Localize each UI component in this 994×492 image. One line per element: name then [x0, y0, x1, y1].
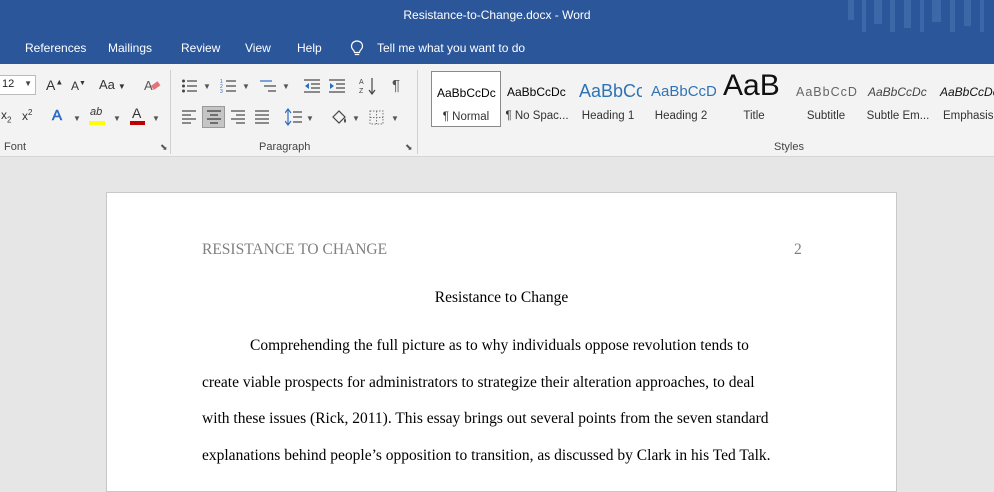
font-group-label: Font	[4, 141, 27, 153]
justify-icon[interactable]	[254, 110, 270, 124]
shading-icon[interactable]	[330, 108, 348, 126]
line-spacing-icon[interactable]	[285, 108, 303, 126]
svg-text:Z: Z	[359, 88, 364, 95]
document-title[interactable]: Resistance to Change	[107, 289, 896, 307]
highlight-button[interactable]: ab	[88, 106, 108, 128]
body-line[interactable]: explanations behind people’s opposition …	[202, 447, 771, 465]
style-normal[interactable]: AaBbCcDc ¶ Normal	[431, 71, 501, 127]
increase-indent-icon[interactable]	[328, 78, 346, 94]
font-dialog-launcher-icon[interactable]: ⬊	[160, 142, 168, 153]
styles-group-label: Styles	[774, 141, 804, 153]
tell-me-text: Tell me what you want to do	[377, 41, 526, 55]
tab-mailings[interactable]: Mailings	[108, 41, 152, 55]
group-divider	[417, 70, 418, 154]
style-emphasis[interactable]: AaBbCcDc Emphasis	[934, 71, 994, 127]
eraser-icon: A	[144, 78, 161, 93]
tab-help[interactable]: Help	[297, 41, 322, 55]
paragraph-group-label: Paragraph	[259, 141, 311, 153]
font-size-box[interactable]: 12 ▼	[0, 75, 36, 95]
ribbon: 12 ▼ A▲ A▼ Aa ▼ A x2 x2 A ▼ ab ▼ A ▼ Font…	[0, 64, 994, 157]
svg-text:A: A	[359, 79, 364, 86]
style-subtitle[interactable]: AaBbCcD Subtitle	[792, 71, 860, 127]
style-title[interactable]: AaB Title	[720, 71, 788, 127]
chevron-down-icon[interactable]: ▼	[306, 114, 314, 123]
style-heading-2[interactable]: AaBbCcD Heading 2	[646, 71, 716, 127]
numbering-icon[interactable]: 1 2 3	[220, 78, 238, 94]
tab-review[interactable]: Review	[181, 41, 220, 55]
chevron-down-icon[interactable]: ▼	[203, 82, 211, 91]
body-line[interactable]: with these issues (Rick, 2011). This ess…	[202, 410, 769, 428]
text-effects-button[interactable]: A	[52, 107, 63, 125]
document-page[interactable]: RESISTANCE TO CHANGE 2 Resistance to Cha…	[106, 192, 897, 492]
align-center-icon	[207, 110, 221, 124]
paragraph-dialog-launcher-icon[interactable]: ⬊	[405, 142, 413, 153]
grow-font-button[interactable]: A▲	[46, 77, 63, 93]
tab-references[interactable]: References	[25, 41, 86, 55]
align-right-icon[interactable]	[230, 110, 246, 124]
align-center-button[interactable]	[202, 106, 225, 128]
chevron-down-icon[interactable]: ▼	[242, 82, 250, 91]
font-size-value: 12	[2, 78, 15, 90]
page-number[interactable]: 2	[794, 241, 802, 259]
svg-text:3: 3	[220, 89, 223, 94]
sort-icon[interactable]: A Z	[359, 76, 377, 96]
style-subtle-emphasis[interactable]: AaBbCcDc Subtle Em...	[864, 71, 932, 127]
highlight-label: ab	[90, 106, 103, 118]
chevron-down-icon[interactable]: ▼	[73, 114, 81, 123]
lightbulb-icon	[350, 40, 364, 56]
font-color-bar	[130, 121, 145, 125]
font-color-label: A	[132, 105, 142, 121]
body-line[interactable]: create viable prospects for administrato…	[202, 374, 755, 392]
shrink-font-button[interactable]: A▼	[71, 79, 86, 93]
chevron-down-icon[interactable]: ▼	[352, 114, 360, 123]
subscript-button[interactable]: x2	[1, 108, 11, 124]
chevron-down-icon[interactable]: ▼	[113, 114, 121, 123]
chevron-down-icon[interactable]: ▼	[282, 82, 290, 91]
chevron-down-icon[interactable]: ▼	[391, 114, 399, 123]
change-case-button[interactable]: Aa ▼	[99, 77, 126, 92]
group-divider	[170, 70, 171, 154]
title-bar: Resistance-to-Change.docx - Word	[0, 0, 994, 40]
chevron-down-icon[interactable]: ▼	[152, 114, 160, 123]
decrease-indent-icon[interactable]	[303, 78, 321, 94]
clear-formatting-button[interactable]: A	[143, 76, 163, 96]
running-header[interactable]: RESISTANCE TO CHANGE	[202, 241, 387, 259]
show-formatting-marks-button[interactable]: ¶	[392, 77, 400, 94]
font-color-button[interactable]: A	[129, 105, 147, 128]
style-heading-1[interactable]: AaBbCc Heading 1	[574, 71, 642, 127]
tab-view[interactable]: View	[245, 41, 271, 55]
styles-gallery: AaBbCcDc ¶ Normal AaBbCcDc ¶ No Spac... …	[428, 71, 994, 129]
superscript-button[interactable]: x2	[22, 108, 32, 123]
style-no-spacing[interactable]: AaBbCcDc ¶ No Spac...	[504, 71, 570, 127]
align-left-icon[interactable]	[181, 110, 197, 124]
ribbon-tabs: References Mailings Review View Help Tel…	[0, 32, 994, 64]
body-line[interactable]: Comprehending the full picture as to why…	[250, 337, 749, 355]
multilevel-list-icon[interactable]	[258, 78, 278, 94]
highlight-color-bar	[89, 121, 105, 125]
chevron-down-icon: ▼	[24, 79, 32, 88]
borders-icon[interactable]	[369, 110, 384, 125]
bullets-icon[interactable]	[181, 78, 199, 94]
